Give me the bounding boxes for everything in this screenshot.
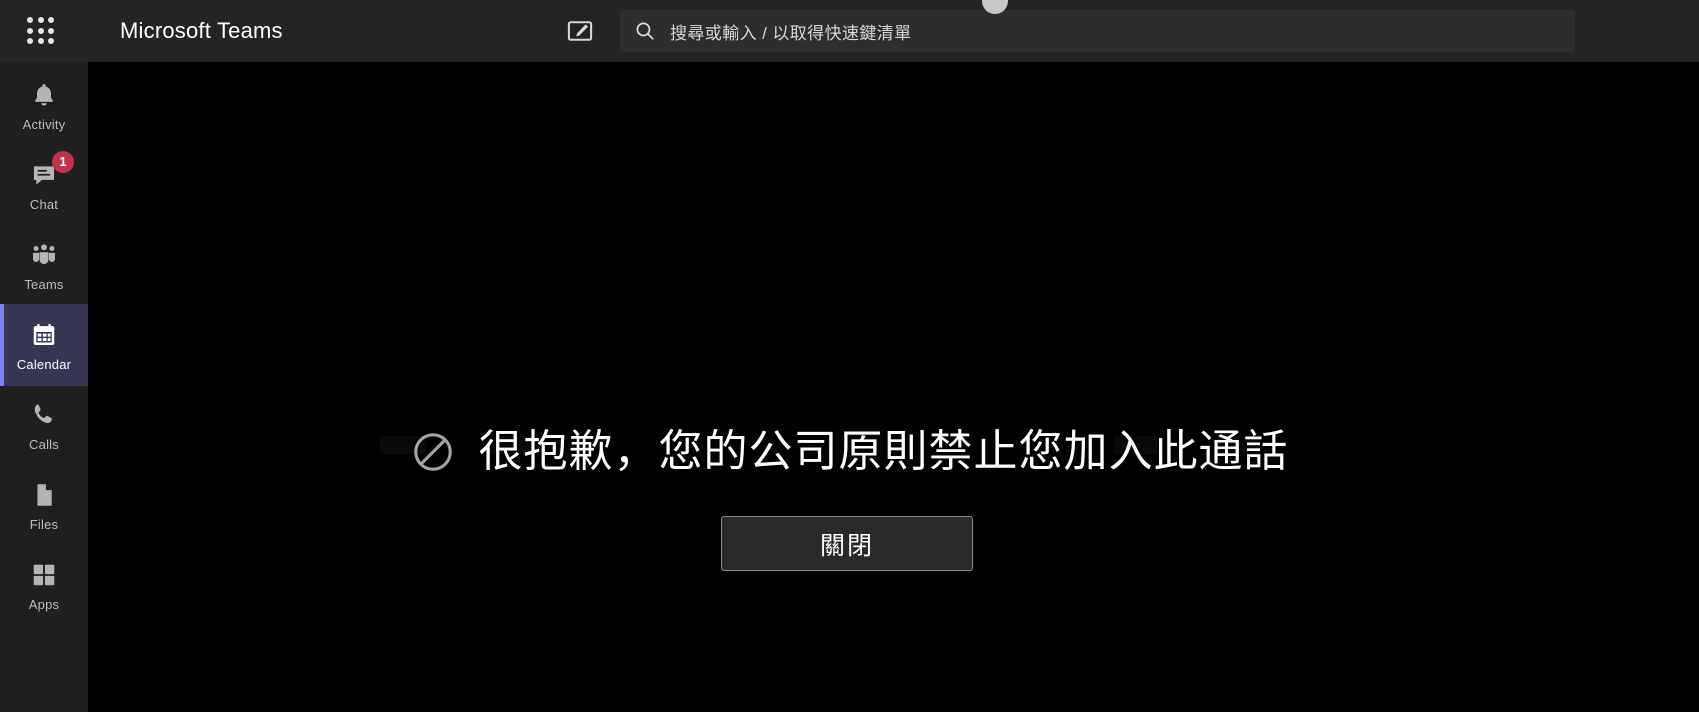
top-bar: Microsoft Teams 搜尋或輸入 / 以取得快速鍵清單 (0, 0, 1699, 62)
teams-icon (28, 239, 60, 271)
call-stage: 很抱歉，您的公司原則禁止您加入此通話 關閉 (88, 62, 1699, 712)
chat-icon: 1 (28, 150, 74, 191)
calendar-icon (28, 319, 60, 351)
sidebar-item-files[interactable]: Files (0, 464, 88, 546)
sidebar-item-calendar[interactable]: Calendar (0, 304, 88, 386)
sidebar-item-label: Teams (24, 276, 64, 292)
sidebar-item-chat[interactable]: 1 Chat (0, 144, 88, 226)
search-bar[interactable]: 搜尋或輸入 / 以取得快速鍵清單 (620, 10, 1575, 52)
sidebar-item-label: Calls (29, 436, 59, 452)
left-rail: Activity 1 Chat Teams Calendar Calls Fil… (0, 62, 88, 712)
sidebar-item-label: Chat (29, 196, 59, 212)
search-icon (634, 20, 656, 42)
sidebar-item-activity[interactable]: Activity (0, 64, 88, 146)
sidebar-item-label: Apps (28, 596, 60, 612)
app-launcher-grid-icon[interactable] (22, 12, 60, 50)
chat-unread-badge: 1 (52, 150, 74, 173)
sidebar-item-label: Activity (22, 116, 66, 132)
teams-window: Microsoft Teams 搜尋或輸入 / 以取得快速鍵清單 Activit… (0, 0, 1699, 712)
close-button[interactable]: 關閉 (721, 516, 973, 571)
page-title: Microsoft Teams (120, 18, 283, 43)
policy-block-message: 很抱歉，您的公司原則禁止您加入此通話 (478, 427, 1289, 476)
sidebar-item-teams[interactable]: Teams (0, 224, 88, 306)
policy-block-notice: 很抱歉，您的公司原則禁止您加入此通話 (88, 430, 1699, 474)
sidebar-item-label: Files (29, 516, 59, 532)
phone-icon (28, 399, 60, 431)
bell-icon (28, 79, 60, 111)
compose-new-icon[interactable] (566, 17, 594, 45)
file-icon (28, 479, 60, 511)
sidebar-item-apps[interactable]: Apps (0, 544, 88, 626)
sidebar-item-label: Calendar (16, 356, 72, 372)
block-prohibited-icon (411, 430, 455, 474)
sidebar-item-calls[interactable]: Calls (0, 384, 88, 466)
search-input[interactable]: 搜尋或輸入 / 以取得快速鍵清單 (670, 19, 912, 44)
apps-grid-icon (28, 559, 60, 591)
